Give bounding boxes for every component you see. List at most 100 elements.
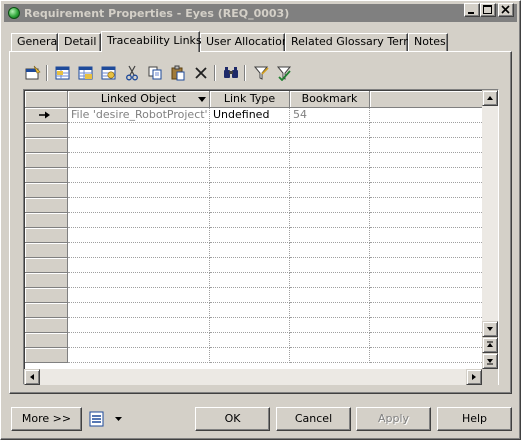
empty-table-cell[interactable] xyxy=(68,198,210,213)
cancel-button[interactable]: Cancel xyxy=(276,407,351,431)
add-objects-icon[interactable] xyxy=(99,63,119,83)
row-header[interactable] xyxy=(25,273,68,288)
more-button[interactable]: More >> xyxy=(11,407,82,431)
empty-table-cell[interactable] xyxy=(370,273,484,288)
empty-table-cell[interactable] xyxy=(68,243,210,258)
empty-table-cell[interactable] xyxy=(210,288,290,303)
column-header-link-type[interactable]: Link Type xyxy=(210,91,290,108)
copy-icon[interactable] xyxy=(145,63,165,83)
empty-table-cell[interactable] xyxy=(290,318,370,333)
empty-table-cell[interactable] xyxy=(290,168,370,183)
paste-icon[interactable] xyxy=(168,63,188,83)
insert-row-icon[interactable] xyxy=(53,63,73,83)
empty-table-cell[interactable] xyxy=(290,348,370,363)
empty-table-cell[interactable] xyxy=(210,123,290,138)
empty-table-cell[interactable] xyxy=(68,348,210,363)
empty-table-cell[interactable] xyxy=(370,318,484,333)
row-header[interactable] xyxy=(25,228,68,243)
row-header[interactable] xyxy=(25,108,68,123)
scroll-up-button[interactable] xyxy=(482,90,498,106)
row-header[interactable] xyxy=(25,333,68,348)
tab-general[interactable]: General xyxy=(11,33,60,51)
empty-table-cell[interactable] xyxy=(68,273,210,288)
empty-table-cell[interactable] xyxy=(370,123,484,138)
table-cell[interactable]: Undefined xyxy=(210,108,290,123)
apply-button[interactable]: Apply xyxy=(356,407,431,431)
empty-table-cell[interactable] xyxy=(370,183,484,198)
table-cell[interactable]: File 'desire_RobotProject' xyxy=(68,108,210,123)
empty-table-cell[interactable] xyxy=(370,138,484,153)
row-header[interactable] xyxy=(25,318,68,333)
menu-split-button[interactable] xyxy=(84,407,129,431)
empty-table-cell[interactable] xyxy=(370,198,484,213)
scroll-previous-page-button[interactable] xyxy=(482,337,498,353)
empty-table-cell[interactable] xyxy=(290,183,370,198)
empty-table-cell[interactable] xyxy=(290,198,370,213)
empty-table-cell[interactable] xyxy=(290,333,370,348)
empty-table-cell[interactable] xyxy=(68,183,210,198)
tab-user-allocations[interactable]: User Allocations xyxy=(200,33,295,51)
row-header[interactable] xyxy=(25,123,68,138)
empty-table-cell[interactable] xyxy=(290,288,370,303)
cut-icon[interactable] xyxy=(122,63,142,83)
tab-detail[interactable]: Detail xyxy=(58,33,101,51)
empty-table-cell[interactable] xyxy=(68,168,210,183)
horizontal-scrollbar[interactable] xyxy=(24,369,482,385)
empty-table-cell[interactable] xyxy=(370,153,484,168)
empty-table-cell[interactable] xyxy=(290,213,370,228)
empty-table-cell[interactable] xyxy=(68,333,210,348)
tab-notes[interactable]: Notes xyxy=(408,33,448,51)
close-button[interactable] xyxy=(498,3,514,17)
empty-table-cell[interactable] xyxy=(290,228,370,243)
scroll-down-button[interactable] xyxy=(482,321,498,337)
empty-table-cell[interactable] xyxy=(370,258,484,273)
empty-table-cell[interactable] xyxy=(210,318,290,333)
empty-table-cell[interactable] xyxy=(210,243,290,258)
find-icon[interactable] xyxy=(221,63,241,83)
empty-table-cell[interactable] xyxy=(68,318,210,333)
traceability-links-grid[interactable]: Linked Object Link Type Bookmark File 'd… xyxy=(23,89,499,385)
row-header[interactable] xyxy=(25,168,68,183)
empty-table-cell[interactable] xyxy=(210,138,290,153)
row-header[interactable] xyxy=(25,138,68,153)
empty-table-cell[interactable] xyxy=(210,273,290,288)
empty-table-cell[interactable] xyxy=(290,138,370,153)
tab-related-glossary-terms[interactable]: Related Glossary Terms xyxy=(285,33,420,51)
empty-table-cell[interactable] xyxy=(290,243,370,258)
row-header[interactable] xyxy=(25,258,68,273)
tab-traceability-links[interactable]: Traceability Links xyxy=(101,31,202,52)
empty-table-cell[interactable] xyxy=(68,213,210,228)
empty-table-cell[interactable] xyxy=(68,123,210,138)
empty-table-cell[interactable] xyxy=(210,348,290,363)
empty-table-cell[interactable] xyxy=(68,303,210,318)
empty-table-cell[interactable] xyxy=(210,228,290,243)
chevron-down-icon[interactable] xyxy=(198,97,206,102)
scroll-left-button[interactable] xyxy=(24,369,40,385)
ok-button[interactable]: OK xyxy=(195,407,270,431)
vertical-scrollbar[interactable] xyxy=(482,90,498,369)
title-bar[interactable]: Requirement Properties - Eyes (REQ_0003) xyxy=(4,4,517,22)
empty-table-cell[interactable] xyxy=(68,228,210,243)
empty-table-cell[interactable] xyxy=(290,303,370,318)
empty-table-cell[interactable] xyxy=(68,258,210,273)
empty-table-cell[interactable] xyxy=(290,123,370,138)
empty-table-cell[interactable] xyxy=(210,333,290,348)
empty-table-cell[interactable] xyxy=(210,153,290,168)
row-header[interactable] xyxy=(25,153,68,168)
empty-table-cell[interactable] xyxy=(290,273,370,288)
empty-table-cell[interactable] xyxy=(370,243,484,258)
empty-table-cell[interactable] xyxy=(210,183,290,198)
empty-table-cell[interactable] xyxy=(290,153,370,168)
column-header-linked-object[interactable]: Linked Object xyxy=(68,91,210,108)
row-header[interactable] xyxy=(25,348,68,363)
maximize-button[interactable] xyxy=(480,3,496,17)
empty-table-cell[interactable] xyxy=(370,348,484,363)
column-header-bookmark[interactable]: Bookmark xyxy=(290,91,370,108)
empty-table-cell[interactable] xyxy=(210,213,290,228)
empty-table-cell[interactable] xyxy=(370,213,484,228)
minimize-button[interactable] xyxy=(464,3,480,17)
row-header[interactable] xyxy=(25,213,68,228)
empty-table-cell[interactable] xyxy=(210,168,290,183)
empty-table-cell[interactable] xyxy=(68,288,210,303)
scroll-next-page-button[interactable] xyxy=(482,353,498,369)
